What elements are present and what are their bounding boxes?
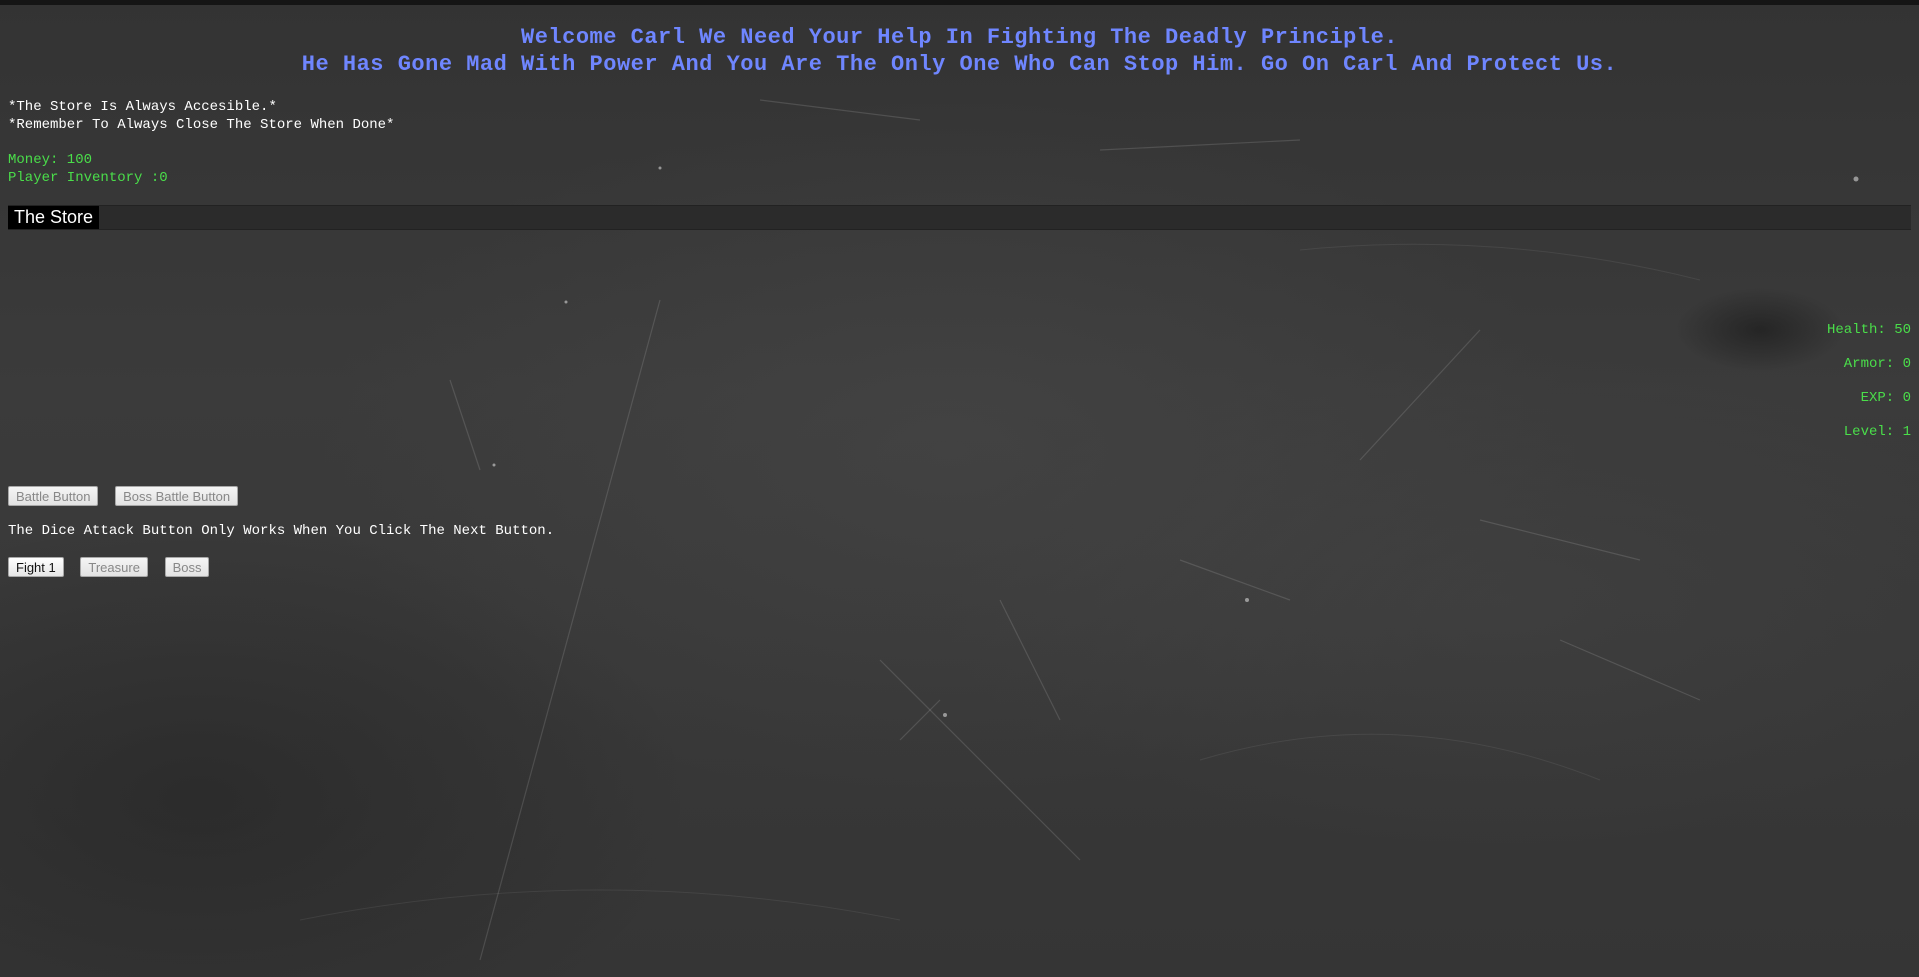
store-bar: The Store xyxy=(8,205,1911,230)
fight-1-button[interactable]: Fight 1 xyxy=(8,557,64,577)
welcome-header: Welcome Carl We Need Your Help In Fighti… xyxy=(0,24,1919,78)
armor-stat: Armor: 0 xyxy=(1843,356,1911,372)
welcome-line-1: Welcome Carl We Need Your Help In Fighti… xyxy=(521,25,1398,50)
exp-stat: EXP: 0 xyxy=(1860,390,1911,406)
boss-battle-button[interactable]: Boss Battle Button xyxy=(115,486,239,506)
resources-panel: Money: 100 Player Inventory :0 xyxy=(8,151,168,187)
welcome-line-2: He Has Gone Mad With Power And You Are T… xyxy=(301,52,1618,77)
chalkboard-texture xyxy=(299,99,1859,961)
store-accessible-note: *The Store Is Always Accesible.* xyxy=(8,99,277,115)
boss-button[interactable]: Boss xyxy=(164,557,210,577)
battle-button[interactable]: Battle Button xyxy=(8,486,99,506)
stage-buttons-row: Fight 1 Treasure Boss xyxy=(8,557,216,577)
battle-buttons-row: Battle Button Boss Battle Button xyxy=(8,486,245,506)
level-stat: Level: 1 xyxy=(1843,424,1911,440)
health-stat: Health: 50 xyxy=(1826,322,1911,338)
inventory-value: Player Inventory :0 xyxy=(8,170,168,186)
store-notes: *The Store Is Always Accesible.* *Rememb… xyxy=(8,98,394,134)
top-border xyxy=(0,0,1919,5)
player-stats-panel: Health: 50 Armor: 0 EXP: 0 Level: 1 xyxy=(1827,313,1911,449)
store-toggle-button[interactable]: The Store xyxy=(8,206,100,229)
treasure-button[interactable]: Treasure xyxy=(80,557,148,577)
close-store-note: *Remember To Always Close The Store When… xyxy=(8,117,395,133)
money-value: Money: 100 xyxy=(8,152,93,168)
dice-attack-note: The Dice Attack Button Only Works When Y… xyxy=(8,523,555,539)
